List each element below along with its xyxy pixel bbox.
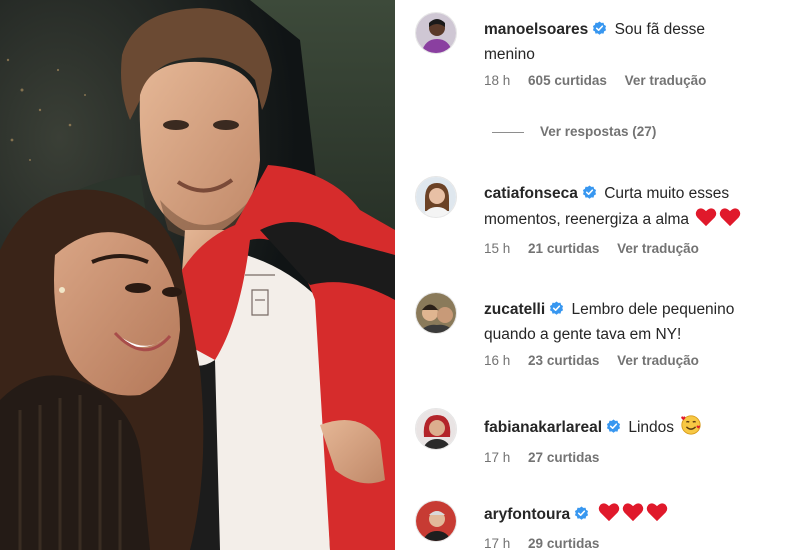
username[interactable]: aryfontoura [484,506,570,523]
timestamp[interactable]: 18 h [484,73,510,88]
comment-meta: 16 h 23 curtidas Ver tradução [484,353,784,368]
avatar[interactable] [415,500,457,542]
username[interactable]: fabianakarlareal [484,419,602,436]
comment-body: fabianakarlareal Lindos 17 h 27 curtidas [484,414,784,465]
likes-count[interactable]: 29 curtidas [528,536,599,550]
timestamp[interactable]: 16 h [484,353,510,368]
comment-text: manoelsoares Sou fã desse menino [484,18,784,66]
smiling-face-with-hearts-icon [680,414,702,443]
comment-body: catiafonseca Curta muito esses momentos,… [484,182,784,256]
likes-count[interactable]: 21 curtidas [528,241,599,256]
comment-line: Lembro dele pequenino [571,301,735,318]
timestamp[interactable]: 17 h [484,450,510,465]
verified-badge-icon [574,505,589,528]
comment-meta: 18 h 605 curtidas Ver tradução [484,73,784,88]
photo-illustration [0,0,395,550]
comment-line: quando a gente tava em NY! [484,326,682,343]
comment-line: Curta muito esses [604,185,730,202]
comments-panel: manoelsoares Sou fã desse menino 18 h 60… [395,0,800,550]
comment-body: aryfontoura 17 h 29 curtidas [484,502,784,550]
view-replies-button[interactable]: Ver respostas (27) [492,124,656,139]
heart-icon [622,502,644,529]
avatar[interactable] [415,12,457,54]
comment-text: catiafonseca Curta muito esses momentos,… [484,182,784,234]
comment-body: manoelsoares Sou fã desse menino 18 h 60… [484,18,784,88]
likes-count[interactable]: 23 curtidas [528,353,599,368]
likes-count[interactable]: 27 curtidas [528,450,599,465]
timestamp[interactable]: 17 h [484,536,510,550]
comment-meta: 17 h 27 curtidas [484,450,784,465]
translate-link[interactable]: Ver tradução [617,241,699,256]
replies-divider [492,131,524,133]
comment-line: Sou fã desse [614,21,706,38]
likes-count[interactable]: 605 curtidas [528,73,607,88]
comment-line: menino [484,46,535,63]
timestamp[interactable]: 15 h [484,241,510,256]
avatar[interactable] [415,292,457,334]
post-photo[interactable] [0,0,395,550]
avatar[interactable] [415,176,457,218]
verified-badge-icon [549,300,564,323]
comment-line: Lindos [628,419,675,436]
translate-link[interactable]: Ver tradução [625,73,707,88]
username[interactable]: manoelsoares [484,21,588,38]
username[interactable]: zucatelli [484,301,545,318]
comment-text: fabianakarlareal Lindos [484,414,784,443]
comment-line: momentos, reenergiza a alma [484,211,690,228]
username[interactable]: catiafonseca [484,185,578,202]
heart-icon [695,207,717,234]
comment-meta: 15 h 21 curtidas Ver tradução [484,241,784,256]
verified-badge-icon [582,184,597,207]
heart-icon [598,502,620,529]
view-replies-label: Ver respostas (27) [540,124,657,139]
comment-text: zucatelli Lembro dele pequenino quando a… [484,298,784,346]
verified-badge-icon [592,20,607,43]
comment-text: aryfontoura [484,502,784,529]
heart-icon [719,207,741,234]
comment-meta: 17 h 29 curtidas [484,536,784,550]
verified-badge-icon [606,418,621,441]
heart-icon [646,502,668,529]
comment-body: zucatelli Lembro dele pequenino quando a… [484,298,784,368]
translate-link[interactable]: Ver tradução [617,353,699,368]
avatar[interactable] [415,408,457,450]
